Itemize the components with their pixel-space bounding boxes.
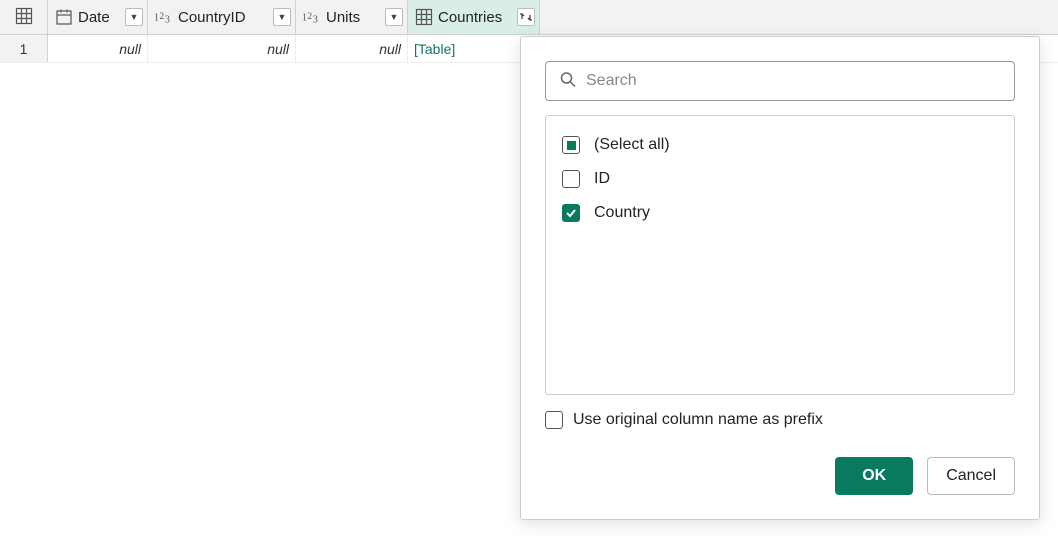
popup-button-row: OK Cancel (545, 457, 1015, 495)
number-type-icon: 123 (154, 9, 174, 25)
cell-countryid[interactable]: null (148, 35, 296, 62)
cell-units[interactable]: null (296, 35, 408, 62)
table-icon (15, 7, 33, 28)
column-name: Units (326, 9, 381, 26)
column-name: Countries (438, 9, 513, 26)
row-number: 1 (0, 35, 48, 62)
column-option-id[interactable]: ID (562, 162, 998, 196)
svg-text:2: 2 (307, 11, 312, 21)
column-name: Date (78, 9, 121, 26)
checkbox-checked-icon (562, 204, 580, 222)
column-header-date[interactable]: Date ▼ (48, 0, 148, 34)
checkbox-indeterminate-icon (562, 136, 580, 154)
svg-text:1: 1 (154, 13, 159, 24)
filter-dropdown-button[interactable]: ▼ (273, 8, 291, 26)
date-type-icon (54, 8, 74, 26)
search-icon (559, 71, 577, 92)
cell-date[interactable]: null (48, 35, 148, 62)
expand-columns-popup: (Select all) ID Country Use original col… (520, 36, 1040, 520)
filter-dropdown-button[interactable]: ▼ (385, 8, 403, 26)
rownum-header (0, 0, 48, 34)
column-option-country[interactable]: Country (562, 196, 998, 230)
search-wrap (545, 61, 1015, 101)
cancel-button[interactable]: Cancel (927, 457, 1015, 495)
expand-columns-list: (Select all) ID Country (545, 115, 1015, 395)
ok-button[interactable]: OK (835, 457, 913, 495)
svg-text:1: 1 (302, 13, 307, 24)
column-header-units[interactable]: 123 Units ▼ (296, 0, 408, 34)
option-label: Country (594, 204, 650, 222)
number-type-icon: 123 (302, 9, 322, 25)
svg-text:3: 3 (313, 14, 318, 25)
search-input[interactable] (545, 61, 1015, 101)
expand-column-button[interactable] (517, 8, 535, 26)
prefix-label: Use original column name as prefix (573, 411, 823, 429)
select-all-row[interactable]: (Select all) (562, 128, 998, 162)
svg-text:3: 3 (165, 14, 170, 25)
column-header-countryid[interactable]: 123 CountryID ▼ (148, 0, 296, 34)
column-name: CountryID (178, 9, 269, 26)
table-type-icon (414, 8, 434, 26)
option-label: ID (594, 170, 610, 188)
select-all-label: (Select all) (594, 136, 670, 154)
column-header-countries[interactable]: Countries (408, 0, 540, 34)
svg-text:2: 2 (159, 11, 164, 21)
filter-dropdown-button[interactable]: ▼ (125, 8, 143, 26)
checkbox-unchecked-icon (562, 170, 580, 188)
checkbox-unchecked-icon (545, 411, 563, 429)
column-header-row: Date ▼ 123 CountryID ▼ 123 Units ▼ Count… (0, 0, 1058, 35)
prefix-option-row[interactable]: Use original column name as prefix (545, 411, 1015, 429)
